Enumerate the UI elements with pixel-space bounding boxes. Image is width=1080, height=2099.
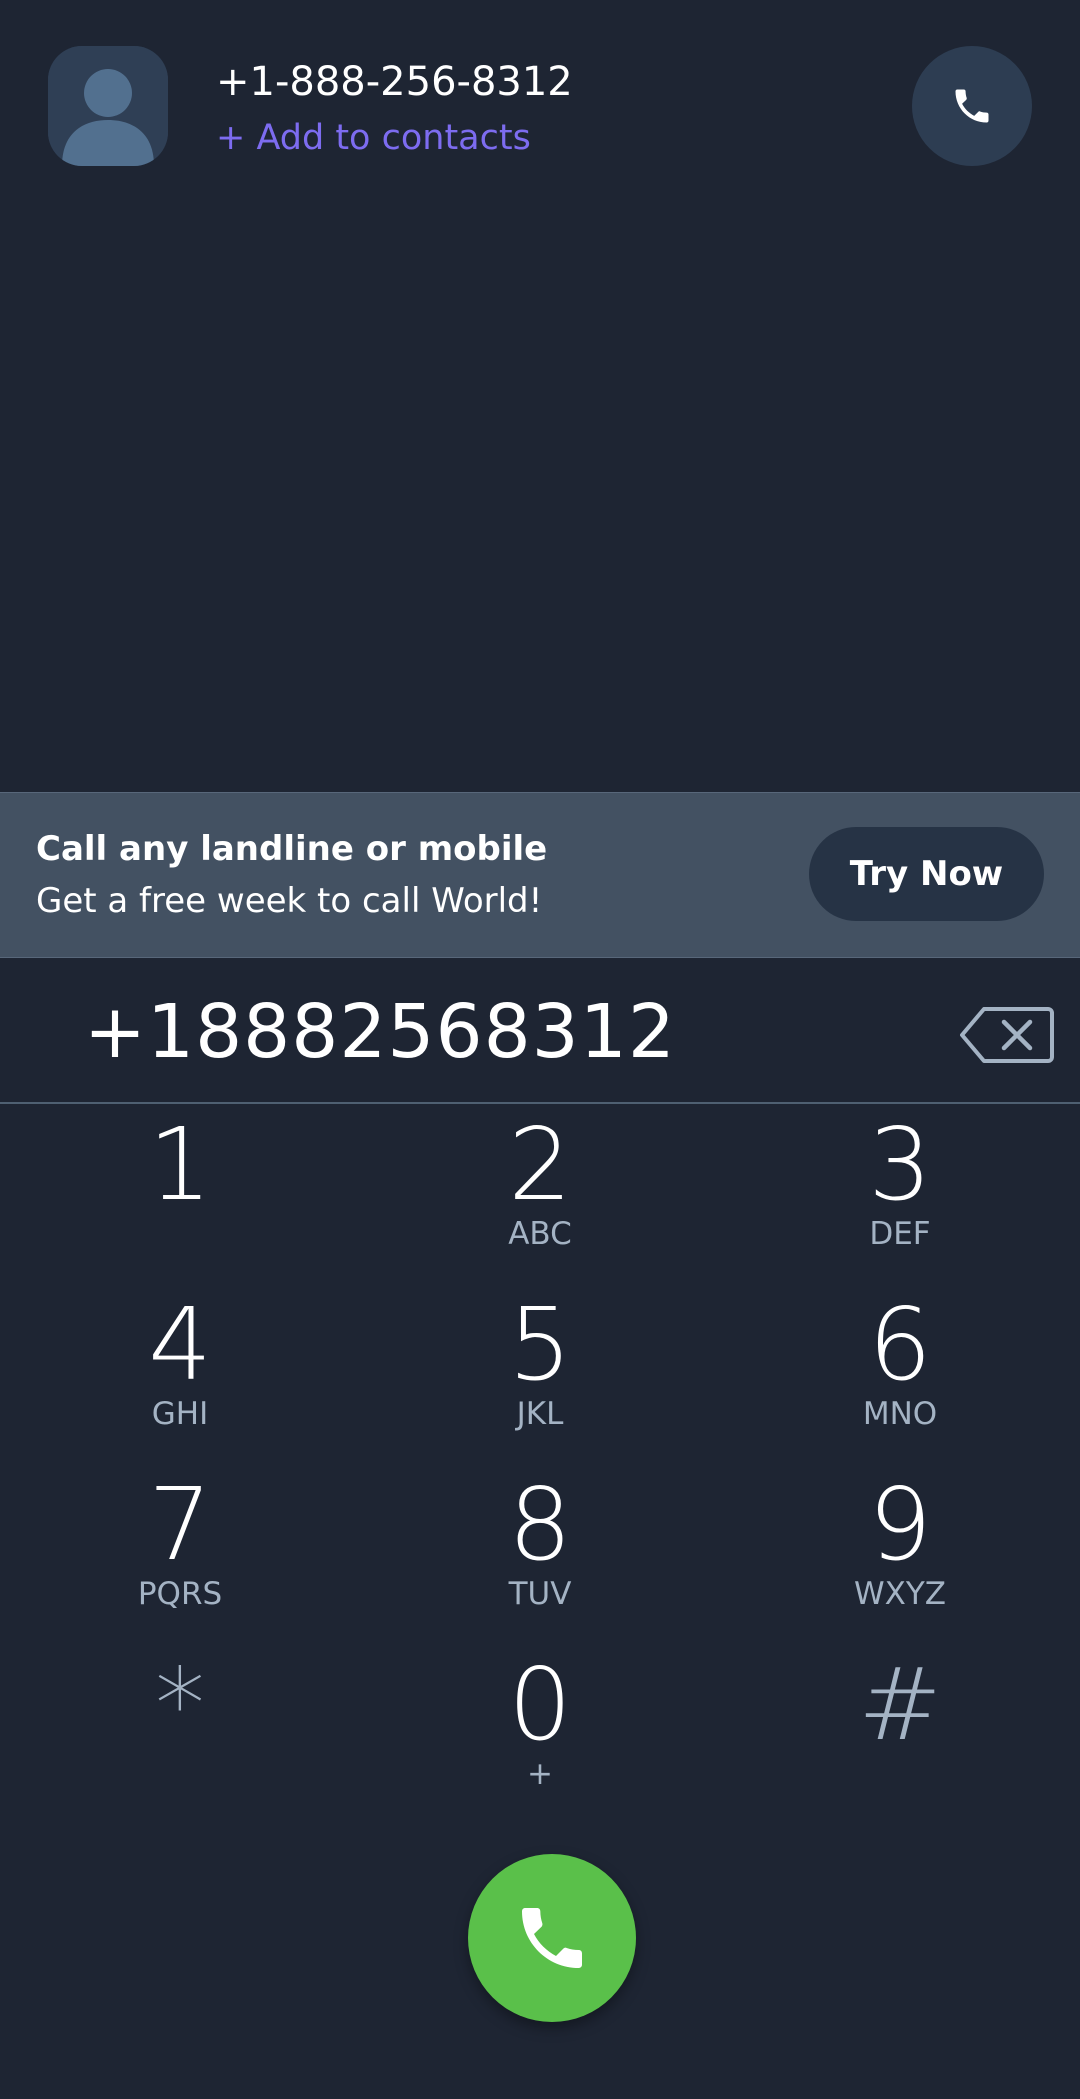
promo-banner: Call any landline or mobile Get a free w… xyxy=(0,792,1080,958)
dialed-number-display: +18882568312 xyxy=(0,958,1080,1104)
key-digit: 5 xyxy=(508,1286,572,1403)
try-now-button[interactable]: Try Now xyxy=(809,827,1044,921)
key-2[interactable]: 2 ABC xyxy=(390,1110,690,1290)
key-letters: GHI xyxy=(151,1396,209,1432)
contact-number: +1-888-256-8312 xyxy=(216,59,573,105)
dialed-number[interactable]: +18882568312 xyxy=(84,990,676,1074)
key-digit: 6 xyxy=(868,1286,932,1403)
add-to-contacts-link[interactable]: + Add to contacts xyxy=(216,116,531,160)
contact-header: +1-888-256-8312 + Add to contacts xyxy=(0,0,1080,170)
key-digit: 8 xyxy=(508,1466,572,1583)
key-letters: PQRS xyxy=(137,1576,223,1612)
key-9[interactable]: 9 WXYZ xyxy=(750,1470,1050,1650)
contact-call-button[interactable] xyxy=(912,46,1032,166)
key-letters: ABC xyxy=(508,1216,572,1252)
key-0[interactable]: 0 + xyxy=(390,1650,690,1830)
phone-icon xyxy=(955,89,989,123)
key-5[interactable]: 5 JKL xyxy=(390,1290,690,1470)
promo-title: Call any landline or mobile xyxy=(36,829,548,869)
key-letters: TUV xyxy=(508,1576,572,1612)
key-digit: 7 xyxy=(148,1466,212,1583)
key-letters: + xyxy=(527,1756,553,1792)
backspace-button[interactable] xyxy=(960,1006,1054,1064)
key-3[interactable]: 3 DEF xyxy=(750,1110,1050,1290)
key-letters: DEF xyxy=(869,1216,931,1252)
key-digit: 9 xyxy=(868,1466,932,1583)
dial-keypad: 1 2 ABC 3 DEF 4 GHI 5 JKL 6 MNO 7 PQRS 8… xyxy=(0,1110,1080,1830)
promo-subtitle: Get a free week to call World! xyxy=(36,881,543,921)
key-digit: 0 xyxy=(508,1646,572,1763)
person-icon[interactable] xyxy=(48,46,168,166)
key-letters: MNO xyxy=(862,1396,938,1432)
key-digit: 3 xyxy=(868,1106,932,1223)
key-hash[interactable]: # xyxy=(750,1650,1050,1830)
key-digit: 4 xyxy=(148,1286,212,1403)
key-digit: 1 xyxy=(148,1106,212,1223)
key-star[interactable]: * xyxy=(30,1650,330,1830)
key-1[interactable]: 1 xyxy=(30,1110,330,1290)
key-digit: 2 xyxy=(508,1106,572,1223)
key-digit: * xyxy=(155,1646,205,1763)
key-digit: # xyxy=(858,1646,942,1763)
key-6[interactable]: 6 MNO xyxy=(750,1290,1050,1470)
key-7[interactable]: 7 PQRS xyxy=(30,1470,330,1650)
call-button[interactable] xyxy=(468,1854,636,2022)
key-letters: JKL xyxy=(516,1396,564,1432)
key-8[interactable]: 8 TUV xyxy=(390,1470,690,1650)
backspace-icon xyxy=(960,1007,1054,1063)
key-4[interactable]: 4 GHI xyxy=(30,1290,330,1470)
phone-icon xyxy=(522,1908,582,1968)
key-letters: WXYZ xyxy=(853,1576,947,1612)
